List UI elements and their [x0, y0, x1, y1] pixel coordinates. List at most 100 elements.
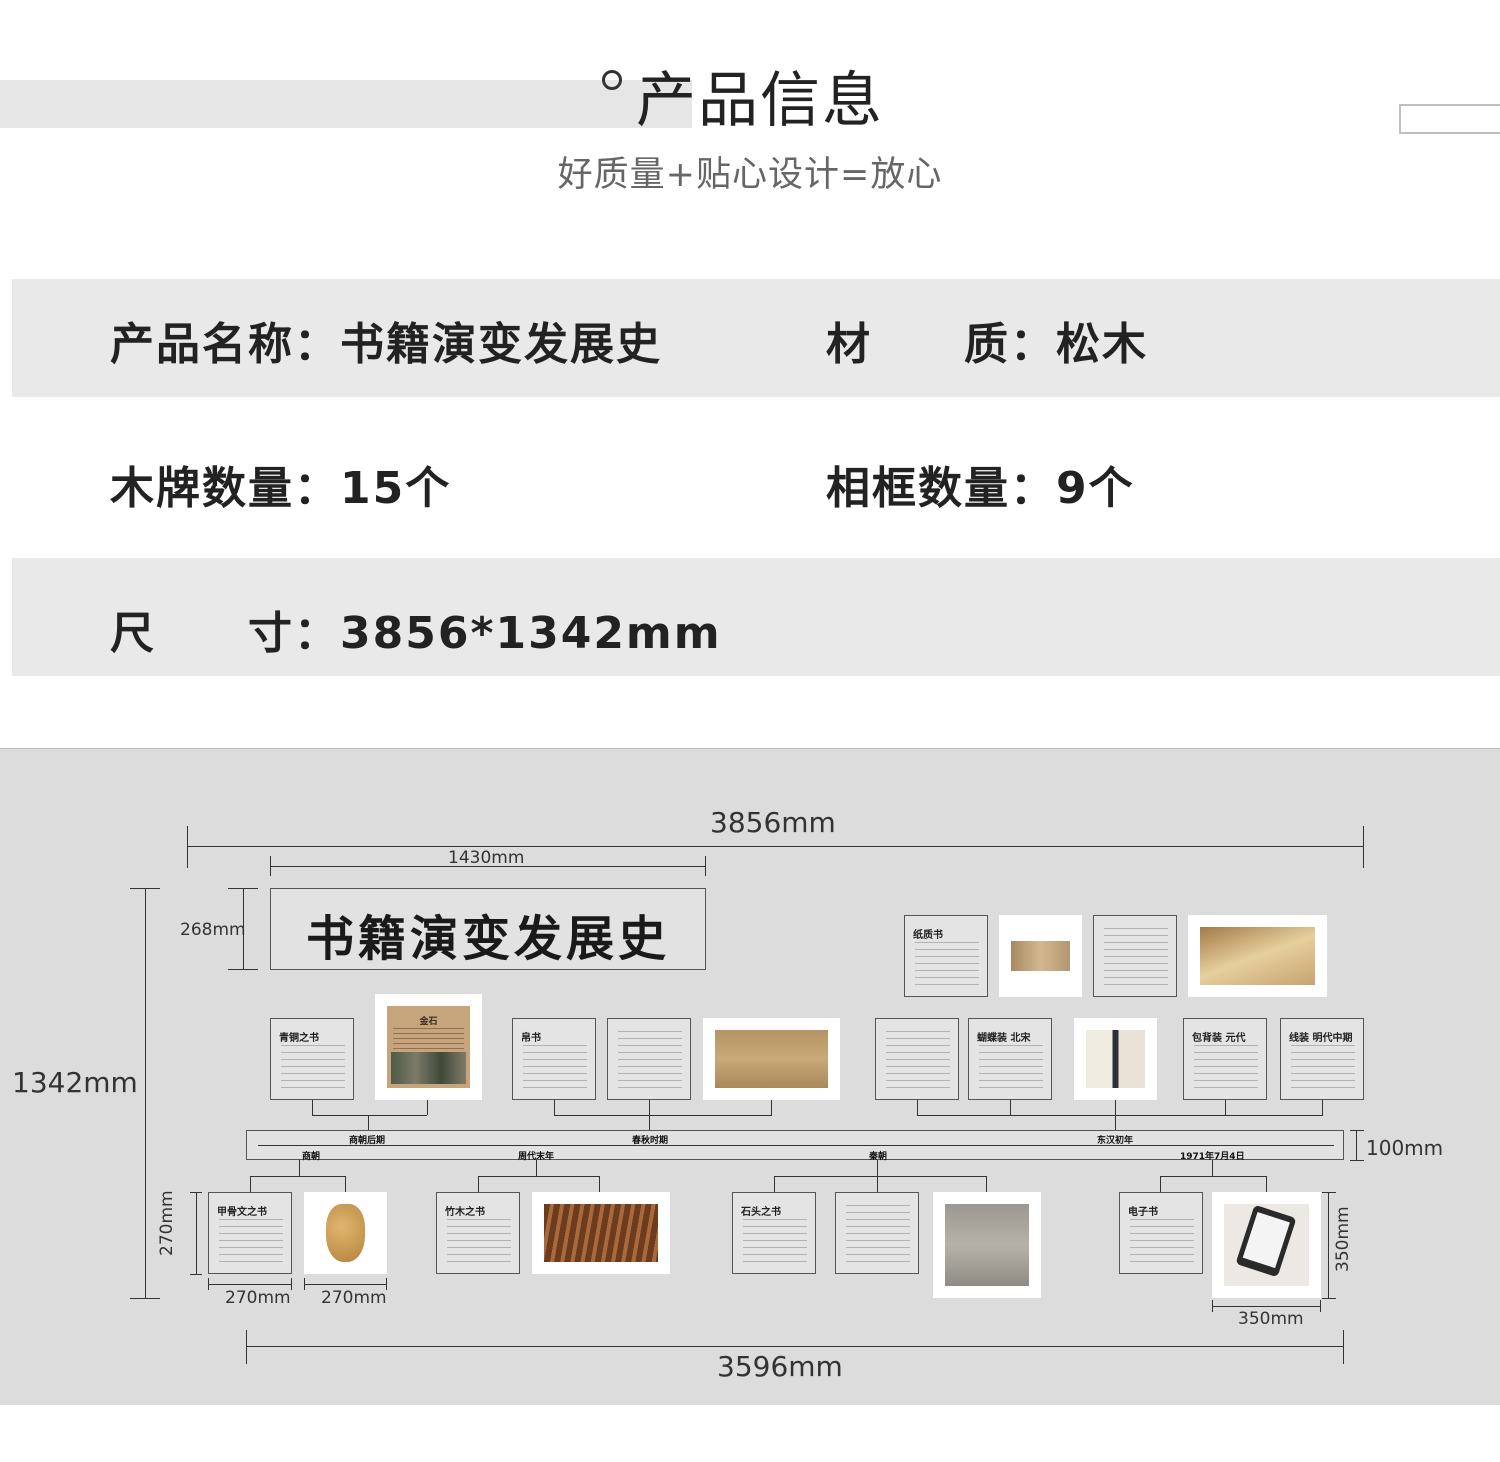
frame-ebook	[1212, 1192, 1321, 1298]
dim-tick	[130, 888, 160, 889]
frame-butterfly	[1074, 1018, 1157, 1100]
dim-title-width: 1430mm	[448, 848, 525, 868]
timeline-line	[258, 1145, 1334, 1146]
stone-tablet-image	[945, 1204, 1029, 1286]
dim-card-width: 270mm	[225, 1288, 291, 1308]
card-text	[1194, 1045, 1258, 1091]
dim-tick	[270, 856, 271, 876]
board-count: 木牌数量：15个	[110, 452, 451, 516]
card-title: 包背装 元代	[1192, 1033, 1246, 1044]
card-title: 蝴蝶装 北宋	[977, 1033, 1031, 1044]
connector	[536, 1160, 537, 1176]
connector	[345, 1176, 346, 1192]
connector	[1010, 1100, 1011, 1115]
frame-count-value: 9个	[1056, 463, 1135, 514]
connector	[599, 1176, 600, 1192]
dim-tick	[705, 856, 706, 876]
connector	[554, 1115, 772, 1116]
dim-frame-width-oracle: 270mm	[321, 1288, 387, 1308]
tablet-screen	[1242, 1211, 1290, 1269]
connector	[368, 1115, 369, 1130]
card-title: 石头之书	[741, 1207, 781, 1218]
dim-line-title-width	[270, 866, 706, 867]
exhibit-title: 书籍演变发展史	[305, 911, 670, 967]
exhibit-title-board: 书籍演变发展史	[270, 888, 706, 970]
connector	[250, 1176, 251, 1192]
card-bamboo: 竹木之书	[436, 1192, 520, 1274]
header-circle-icon	[602, 70, 622, 90]
dim-tick	[190, 1192, 202, 1193]
dim-tick	[1322, 1192, 1336, 1193]
page-title: 产品信息	[636, 66, 884, 136]
dim-bottom-width: 3596mm	[717, 1350, 843, 1383]
card-paper-3	[875, 1018, 959, 1100]
connector	[478, 1176, 479, 1192]
card-paper-2	[1093, 915, 1177, 997]
frame-count: 相框数量：9个	[826, 452, 1135, 516]
card-bronze: 青铜之书	[270, 1018, 354, 1100]
product-size: 尺 寸：3856*1342mm	[110, 597, 722, 661]
dim-tick	[228, 969, 258, 970]
connector	[649, 1100, 650, 1130]
jinshi-image: 金石	[387, 1006, 470, 1088]
dim-line-frame-height	[1328, 1192, 1329, 1298]
card-title: 纸质书	[913, 930, 943, 941]
oracle-bone-image	[326, 1204, 365, 1262]
card-title: 甲骨文之书	[217, 1207, 267, 1218]
dim-tick	[190, 1274, 202, 1275]
frame-oracle	[304, 1192, 387, 1274]
dim-line-bottom-width	[246, 1346, 1344, 1347]
card-text	[886, 1031, 950, 1091]
frame-bamboo	[532, 1192, 670, 1274]
card-stone-2	[835, 1192, 919, 1274]
dim-tick	[208, 1278, 209, 1290]
silk-manuscript-image	[715, 1030, 828, 1088]
board-count-label: 木牌数量：	[110, 463, 340, 514]
dim-card-height: 270mm	[157, 1190, 177, 1256]
card-text	[281, 1045, 345, 1091]
connector	[877, 1160, 878, 1192]
paper-book-image	[1200, 927, 1315, 985]
card-text	[523, 1045, 587, 1091]
frame-paper-book	[1188, 915, 1327, 997]
dim-frame-height: 350mm	[1333, 1206, 1353, 1272]
size-value: 3856*1342mm	[340, 608, 722, 659]
header-decor-bar	[0, 80, 692, 128]
jinshi-label: 金石	[419, 1017, 438, 1027]
dim-tick	[228, 888, 258, 889]
dim-total-width: 3856mm	[710, 806, 836, 839]
card-text	[979, 1045, 1043, 1091]
connector	[1160, 1176, 1267, 1177]
card-thread: 线装 明代中期	[1280, 1018, 1364, 1100]
dim-title-height: 268mm	[180, 920, 246, 940]
era-label: 商朝后期	[349, 1136, 386, 1146]
connector	[427, 1100, 428, 1115]
connector	[478, 1176, 600, 1177]
connector	[774, 1176, 775, 1192]
card-text	[219, 1219, 283, 1265]
dim-tick	[1212, 1300, 1213, 1312]
card-wrapback: 包背装 元代	[1183, 1018, 1267, 1100]
frame-stone	[933, 1192, 1041, 1298]
dim-tick	[304, 1278, 305, 1290]
product-name-label: 产品名称：	[110, 319, 340, 370]
connector	[917, 1115, 1323, 1116]
frame-jinshi: 金石	[375, 994, 482, 1100]
card-butterfly: 蝴蝶装 北宋	[968, 1018, 1052, 1100]
dim-tick	[130, 1298, 160, 1299]
dim-tick	[1363, 826, 1364, 868]
paper-scroll-image	[1011, 941, 1070, 971]
connector	[299, 1160, 300, 1176]
card-title: 帛书	[521, 1033, 541, 1044]
dim-total-height: 1342mm	[12, 1066, 138, 1099]
connector	[250, 1176, 346, 1177]
connector	[774, 1176, 987, 1177]
era-label: 春秋时期	[632, 1136, 669, 1146]
dim-line-card-height	[196, 1192, 197, 1274]
card-title: 线装 明代中期	[1289, 1033, 1353, 1044]
page-subtitle: 好质量+贴心设计=放心	[557, 155, 943, 195]
card-text	[1291, 1045, 1355, 1091]
product-name-value: 书籍演变发展史	[340, 319, 662, 370]
card-stone: 石头之书	[732, 1192, 816, 1274]
dim-tick	[1322, 1298, 1336, 1299]
